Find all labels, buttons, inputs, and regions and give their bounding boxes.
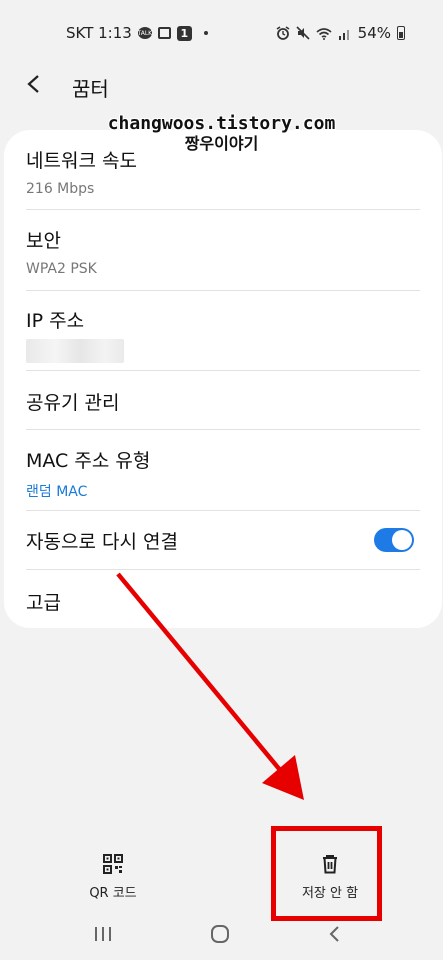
system-nav-bar: [0, 918, 443, 950]
home-icon[interactable]: [210, 924, 230, 944]
qr-code-label: QR 코드: [89, 886, 137, 901]
back-nav-icon[interactable]: [328, 925, 340, 943]
qr-code-icon: [103, 854, 123, 874]
annotation-highlight-box: [271, 826, 382, 921]
recent-apps-icon[interactable]: [94, 926, 112, 942]
annotation-arrow: [116, 572, 304, 800]
qr-code-button[interactable]: QR 코드: [53, 854, 173, 901]
